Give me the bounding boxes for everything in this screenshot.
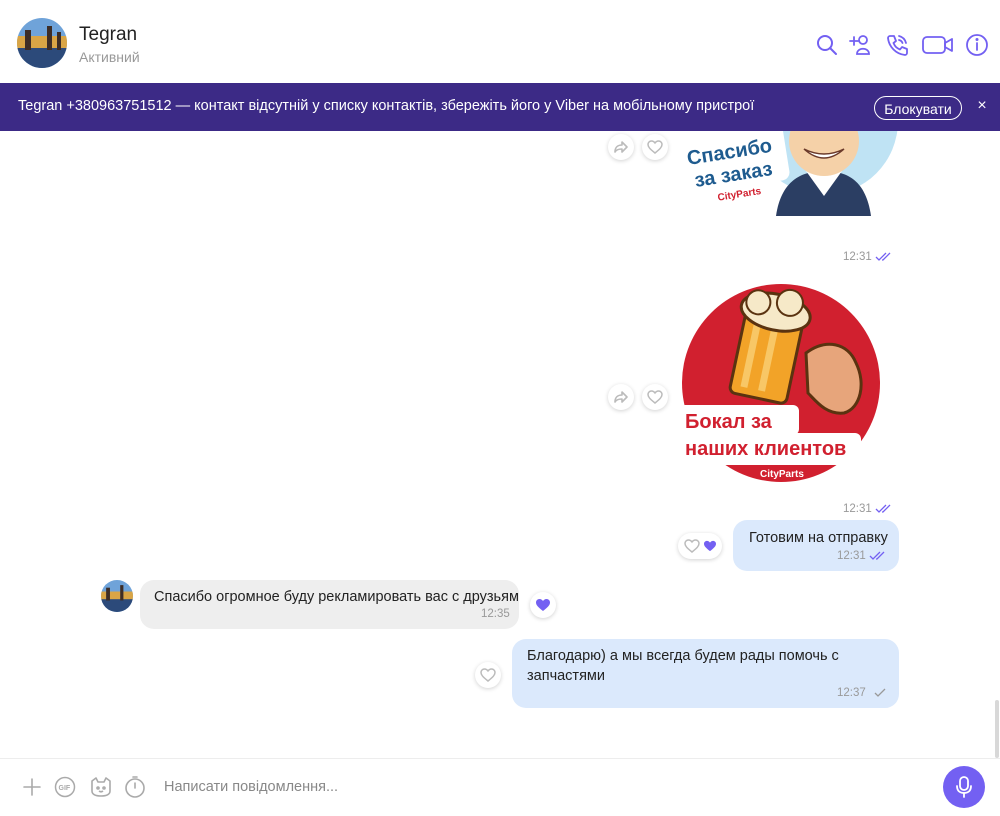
add-contact-icon[interactable] [847,32,873,58]
forward-button[interactable] [608,134,634,160]
contact-name: Tegran [79,24,138,45]
outgoing-message[interactable]: Готовим на отправку 12:31 [733,520,899,571]
banner-text: Tegran +380963751512 — контакт відсутній… [18,98,755,114]
sticker-beer-line2: наших клиентов [685,438,846,460]
sticker-beer-line1: Бокал за [685,411,773,433]
scrollbar[interactable] [995,700,999,758]
heart-outline-icon [683,539,700,553]
sticker-beer[interactable]: Бокал за наших клиентов CityParts [676,283,886,483]
block-button[interactable]: Блокувати [874,96,962,120]
search-icon[interactable] [814,32,840,58]
message-input[interactable]: Написати повідомлення... [164,779,338,795]
chat-header: Tegran Активний [0,0,1000,84]
unknown-contact-banner: Tegran +380963751512 — контакт відсутній… [0,83,1000,131]
plus-icon[interactable] [22,777,42,797]
timer-icon[interactable] [123,775,147,799]
message-time: 12:31 [837,550,866,562]
contact-avatar[interactable] [17,18,67,68]
reactions-pill[interactable] [678,533,722,559]
heart-filled-icon [536,599,550,611]
forward-button[interactable] [608,384,634,410]
incoming-message[interactable]: Спасибо огромное буду рекламировать вас … [140,580,519,629]
message-time: 12:35 [481,608,510,620]
gif-icon[interactable]: GIF [54,776,76,798]
message-composer: GIF Написати повідомлення... [0,758,1000,816]
contact-status: Активний [79,49,140,65]
message-text: Спасибо огромное буду рекламировать вас … [154,589,519,605]
svg-text:GIF: GIF [59,785,71,792]
heart-outline-icon [647,140,663,154]
like-button[interactable] [642,384,668,410]
message-text: Готовим на отправку [749,530,888,546]
message-text-line2: запчастями [527,668,605,684]
message-list: Спасибо за заказ CityParts 12:31 Бокал з… [0,131,1000,758]
close-banner-icon[interactable]: × [974,96,990,116]
sticker-icon[interactable] [89,775,113,799]
outgoing-message[interactable]: Благодарю) а мы всегда будем рады помочь… [512,639,899,708]
heart-outline-icon [647,390,663,404]
sender-avatar[interactable] [101,580,133,612]
message-time: 12:31 [843,503,872,515]
phone-icon[interactable] [884,32,910,58]
voice-message-button[interactable] [943,766,985,808]
message-time: 12:31 [843,251,872,263]
heart-filled-icon [703,540,716,552]
info-icon[interactable] [964,32,990,58]
sticker-thanks[interactable]: Спасибо за заказ CityParts [676,131,901,216]
heart-outline-icon [480,668,496,682]
forward-icon [614,141,628,153]
forward-icon [614,391,628,403]
sent-tick-icon [874,688,886,697]
like-button[interactable] [475,662,501,688]
read-ticks-icon [875,252,891,261]
video-call-icon[interactable] [921,32,955,58]
like-button[interactable] [530,592,556,618]
sticker-beer-brand: CityParts [760,469,804,480]
like-button[interactable] [642,134,668,160]
read-ticks-icon [869,551,885,560]
message-time: 12:37 [837,687,866,699]
microphone-icon [956,776,972,798]
read-ticks-icon [875,504,891,513]
message-text-line1: Благодарю) а мы всегда будем рады помочь… [527,648,839,664]
